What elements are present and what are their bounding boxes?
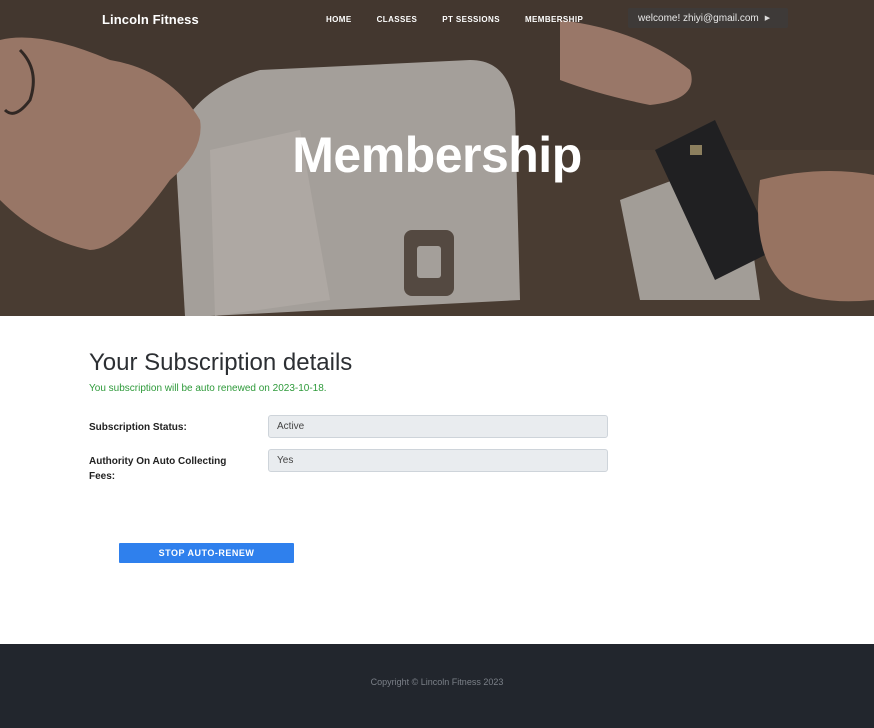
nav-links: HOME CLASSES PT SESSIONS MEMBERSHIP [326,15,608,24]
authority-field: Yes [268,449,608,472]
top-navbar: Lincoln Fitness HOME CLASSES PT SESSIONS… [0,0,874,40]
hero-banner: Lincoln Fitness HOME CLASSES PT SESSIONS… [0,0,874,316]
footer: Copyright © Lincoln Fitness 2023 [0,644,874,728]
nav-link-membership[interactable]: MEMBERSHIP [525,15,583,24]
status-row: Subscription Status: Active [89,415,609,439]
nav-link-home[interactable]: HOME [326,15,352,24]
brand-logo[interactable]: Lincoln Fitness [102,12,199,27]
nav-link-pt-sessions[interactable]: PT SESSIONS [442,15,500,24]
status-label: Subscription Status: [89,422,187,433]
authority-row: Authority On Auto Collecting Fees: Yes [89,449,609,483]
subscription-section: Your Subscription details You subscripti… [0,316,874,644]
user-menu-label: welcome! zhiyi@gmail.com [638,12,759,24]
user-menu-button[interactable]: welcome! zhiyi@gmail.com ▶ [628,8,788,28]
status-field: Active [268,415,608,438]
nav-link-classes[interactable]: CLASSES [377,15,418,24]
copyright-text: Copyright © Lincoln Fitness 2023 [370,677,504,687]
page-title: Membership [292,127,582,183]
caret-right-icon: ▶ [764,15,771,22]
renew-notice: You subscription will be auto renewed on… [89,383,327,394]
subscription-heading: Your Subscription details [89,349,353,376]
authority-label: Authority On Auto Collecting Fees: [89,456,227,482]
stop-auto-renew-button[interactable]: STOP AUTO-RENEW [119,543,294,563]
